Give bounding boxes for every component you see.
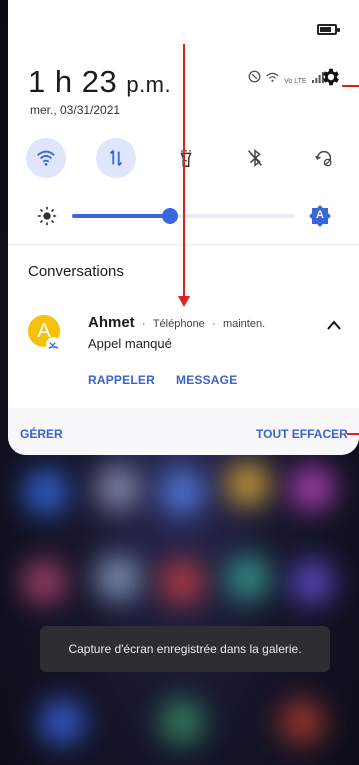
brightness-icon — [36, 205, 58, 232]
manage-button[interactable]: GÉRER — [20, 427, 63, 441]
wifi-icon — [37, 150, 55, 166]
annotation-arrow-vertical — [183, 44, 185, 300]
settings-gear-icon[interactable] — [320, 66, 342, 88]
missed-call-notification[interactable]: A Ahmet · Téléphone · mainten. Appel man… — [8, 293, 359, 407]
notification-app: Téléphone — [152, 318, 205, 330]
quick-tile-wifi[interactable] — [26, 138, 66, 178]
brightness-slider-thumb[interactable] — [161, 208, 178, 224]
message-button[interactable]: MESSAGE — [176, 373, 237, 387]
annotation-pointer-clear-all — [347, 433, 359, 435]
shade-footer: GÉRER TOUT EFFACER — [8, 408, 359, 455]
clock-ampm: p.m. — [126, 72, 172, 97]
call-back-button[interactable]: RAPPELER — [88, 373, 155, 387]
date-label[interactable]: mer., 03/31/2021 — [30, 103, 120, 117]
conversations-title: Conversations — [28, 263, 124, 280]
quick-tile-auto-rotate[interactable] — [304, 138, 344, 178]
quick-tile-bluetooth[interactable] — [235, 138, 275, 178]
collapse-chevron-up-icon[interactable] — [326, 318, 342, 330]
brightness-slider-fill — [72, 214, 170, 218]
notification-time: mainten. — [222, 318, 266, 330]
flashlight-icon — [180, 149, 192, 167]
toast-text: Capture d'écran enregistrée dans la gale… — [68, 642, 302, 656]
notification-header: Ahmet · Téléphone · mainten. — [88, 314, 265, 331]
header-separator: · — [212, 318, 216, 330]
system-status-icons: Vo LTE — [248, 70, 324, 86]
battery-icon — [317, 24, 340, 35]
nfc-icon — [248, 70, 266, 86]
clear-all-button[interactable]: TOUT EFFACER — [256, 427, 348, 441]
quick-tile-mobile-data[interactable] — [96, 138, 136, 178]
auto-brightness-label: A — [316, 209, 324, 221]
mobile-data-icon — [109, 150, 123, 166]
wifi-status-icon — [266, 72, 284, 86]
notification-sender: Ahmet — [88, 314, 135, 331]
header-separator: · — [141, 318, 146, 330]
notification-message: Appel manqué — [88, 336, 172, 351]
clock-time: 1 h 23 — [28, 64, 118, 99]
bluetooth-off-icon — [248, 149, 262, 167]
auto-rotate-icon — [315, 150, 332, 167]
volte-icon: Vo LTE — [284, 78, 307, 85]
screenshot-saved-toast: Capture d'écran enregistrée dans la gale… — [40, 626, 330, 672]
clock[interactable]: 1 h 23 p.m. — [28, 64, 171, 100]
annotation-arrowhead — [178, 296, 190, 307]
annotation-pointer-settings — [342, 85, 359, 87]
missed-call-icon — [46, 337, 61, 352]
quick-tile-flashlight[interactable] — [166, 138, 206, 178]
auto-brightness-icon[interactable]: A — [308, 204, 332, 228]
